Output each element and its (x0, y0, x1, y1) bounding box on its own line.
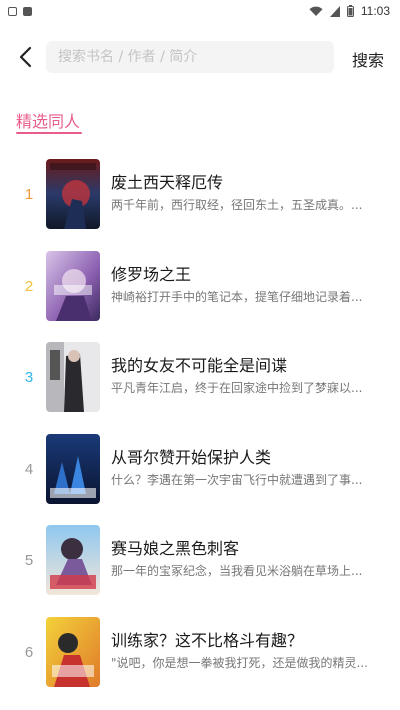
list-item[interactable]: 6 训练家？这不比格斗有趣？ "说吧，你是想一拳被我打死，还是做我的精灵... (0, 616, 400, 708)
book-title: 从哥尔赞开始保护人类 (111, 447, 272, 467)
search-header: 搜索 (0, 38, 400, 76)
rank-number: 3 (24, 369, 34, 386)
book-desc: 平凡青年江启，终于在回家途中捡到了梦寐以... (111, 381, 363, 395)
book-title: 修罗场之王 (111, 264, 192, 284)
status-time: 11:03 (360, 4, 390, 18)
notification-icon (8, 6, 17, 16)
rank-number: 4 (24, 460, 34, 478)
book-title: 我的女友不可能全是间谍 (111, 356, 288, 375)
search-input[interactable] (58, 49, 334, 65)
book-list: 1 废土西天释厄传 两千年前，西行取经，径回东土，五圣成真。... 2 修罗场之… (0, 158, 400, 707)
wifi-icon (309, 6, 323, 16)
rank-number: 2 (24, 277, 34, 295)
section-title[interactable]: 精选同人 (16, 108, 80, 132)
list-item[interactable]: 4 从哥尔赞开始保护人类 什么？李遇在第一次宇宙飞行中就遭遇到了事... (0, 433, 400, 525)
rank-number: 6 (24, 643, 34, 661)
cover-image (46, 159, 100, 229)
status-bar: 11:03 (0, 0, 400, 22)
book-title: 训练家？这不比格斗有趣？ (111, 630, 304, 650)
cover-image (46, 433, 100, 504)
book-cover[interactable] (46, 616, 100, 687)
list-item[interactable]: 2 修罗场之王 神崎裕打开手中的笔记本，提笔仔细地记录着... (0, 250, 400, 342)
list-item[interactable]: 1 废土西天释厄传 两千年前，西行取经，径回东土，五圣成真。... (0, 158, 400, 250)
rank-number: 5 (24, 552, 34, 569)
book-desc: "说吧，你是想一拳被我打死，还是做我的精灵... (111, 655, 368, 670)
search-button[interactable]: 搜索 (352, 47, 384, 71)
book-cover[interactable] (46, 433, 100, 504)
cover-image (46, 250, 100, 321)
book-desc: 什么？李遇在第一次宇宙飞行中就遭遇到了事... (111, 472, 363, 487)
notification-icon (23, 6, 32, 16)
book-cover[interactable] (46, 342, 100, 412)
book-desc: 神崎裕打开手中的笔记本，提笔仔细地记录着... (111, 289, 363, 304)
rank-number: 1 (24, 186, 34, 203)
cover-image (46, 525, 100, 595)
list-item[interactable]: 5 赛马娘之黑色刺客 那一年的宝冢纪念，当我看见米浴躺在草场上... (0, 524, 400, 616)
signal-icon (329, 5, 340, 17)
cover-image (46, 342, 100, 412)
book-title: 赛马娘之黑色刺客 (111, 539, 240, 558)
list-item[interactable]: 3 我的女友不可能全是间谍 平凡青年江启，终于在回家途中捡到了梦寐以... (0, 341, 400, 433)
search-bar[interactable] (46, 41, 334, 73)
book-cover[interactable] (46, 525, 100, 595)
section-underline (16, 132, 82, 134)
battery-icon (346, 5, 354, 17)
cover-image (46, 616, 100, 687)
book-desc: 那一年的宝冢纪念，当我看见米浴躺在草场上... (111, 564, 363, 578)
book-desc: 两千年前，西行取经，径回东土，五圣成真。... (111, 198, 363, 212)
back-button[interactable] (12, 42, 38, 72)
book-cover[interactable] (46, 250, 100, 321)
chevron-left-icon (19, 46, 32, 68)
book-title: 废土西天释厄传 (111, 173, 224, 192)
book-cover[interactable] (46, 159, 100, 229)
